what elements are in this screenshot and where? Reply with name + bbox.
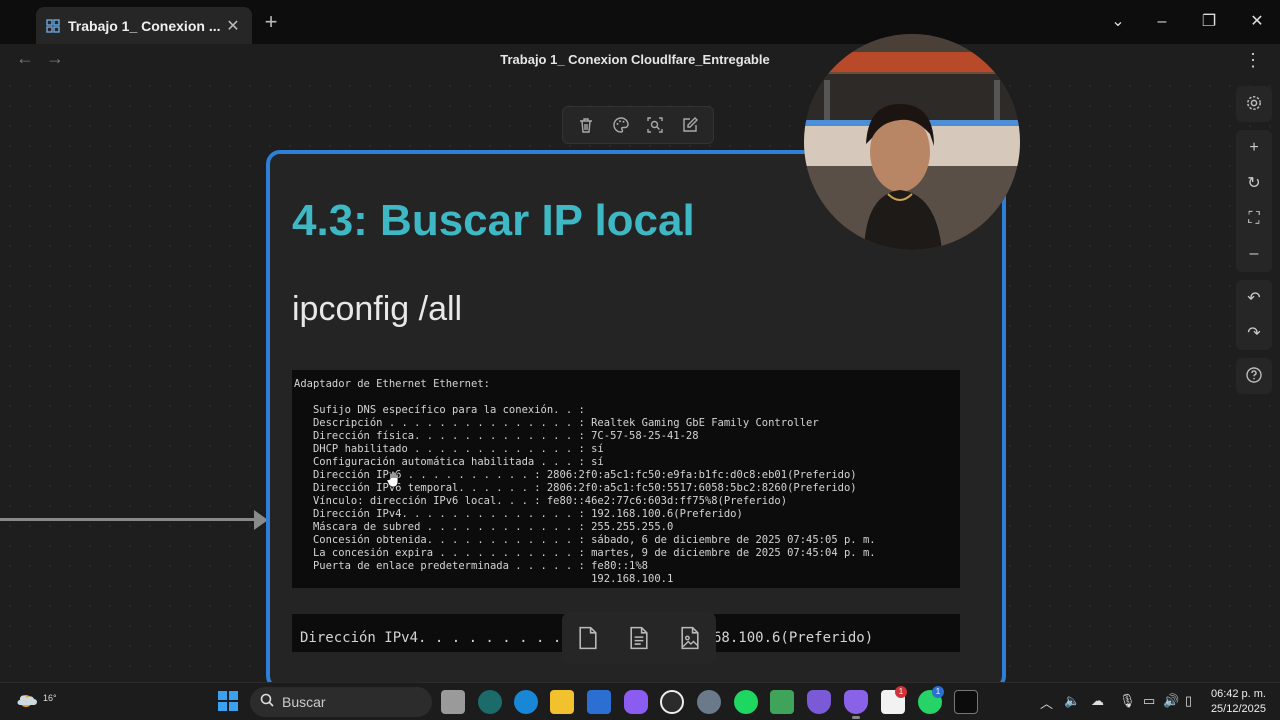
connection-edge[interactable] [0, 518, 258, 521]
settings-app-icon[interactable] [697, 690, 721, 714]
task-view-icon[interactable] [441, 690, 465, 714]
obsidian-canvas-window: Trabajo 1_ Conexion ... ✕ + ⌄ – ❐ ✕ ← → … [0, 0, 1280, 720]
redo-icon[interactable]: ↷ [1236, 316, 1272, 350]
whatsapp-badge: 1 [932, 686, 944, 698]
new-tab-icon[interactable]: + [258, 10, 284, 36]
weather-widget[interactable]: 16° [16, 689, 57, 715]
copilot-icon[interactable] [624, 690, 648, 714]
notion-badge: 1 [895, 686, 907, 698]
volume-icon[interactable]: 🔊 [1163, 693, 1179, 709]
microphone-icon[interactable]: 🎙 [1119, 693, 1136, 709]
settings-gear-icon[interactable] [1236, 86, 1272, 120]
onedrive-cloud-icon[interactable]: ☁ [1091, 693, 1104, 709]
tray-overflow-chevron-icon[interactable]: ︿ [1040, 693, 1053, 712]
network-icon[interactable]: ▭ [1143, 693, 1155, 709]
whatsapp-icon[interactable]: 1 [918, 686, 944, 714]
weather-sun-icon [17, 695, 37, 707]
terminal-line: Puerta de enlace predeterminada . . . . … [294, 560, 649, 572]
battery-icon[interactable]: ▯ [1185, 693, 1192, 709]
canvas-icon [46, 18, 60, 33]
weather-temp: 16° [43, 693, 57, 703]
terminal-line: Concesión obtenida. . . . . . . . . . . … [294, 534, 876, 546]
add-note-icon[interactable] [626, 625, 652, 651]
zoom-to-selection-icon[interactable] [642, 112, 668, 138]
terminal-line: Máscara de subred . . . . . . . . . . . … [294, 521, 674, 533]
tray-audio-device-icon[interactable]: 🔈 [1064, 693, 1080, 709]
canvas-area[interactable]: 4.3: Buscar IP local ipconfig /all Adapt… [0, 76, 1280, 690]
obsidian-active-icon[interactable] [844, 690, 868, 719]
spotify-icon[interactable] [734, 690, 758, 714]
title-bar: Trabajo 1_ Conexion ... ✕ + ⌄ – ❐ ✕ [0, 0, 1280, 44]
reset-zoom-icon[interactable]: ↻ [1236, 166, 1272, 200]
tab-title: Trabajo 1_ Conexion ... [68, 17, 221, 34]
webcam-overlay [804, 34, 1020, 250]
card-subheading: ipconfig /all [292, 290, 463, 328]
close-tab-icon[interactable]: ✕ [224, 16, 242, 36]
search-icon [260, 693, 274, 712]
zoom-rail: + ↻ ⛶ – [1236, 130, 1272, 272]
clock-time: 06:42 p. m. [1210, 688, 1266, 700]
clock[interactable]: 06:42 p. m. 25/12/2025 [1211, 687, 1266, 717]
terminal-line: Adaptador de Ethernet Ethernet: [294, 378, 490, 390]
zoom-out-icon[interactable]: – [1236, 237, 1272, 271]
terminal-line: Dirección IPv4. . . . . . . . . . . . . … [294, 508, 743, 520]
notion-icon[interactable]: 1 [881, 686, 907, 714]
copilot-edge-icon[interactable] [478, 690, 502, 714]
edit-icon[interactable] [677, 112, 703, 138]
minimize-icon[interactable]: – [1150, 10, 1174, 34]
history-rail: ↶ ↷ [1236, 280, 1272, 350]
terminal-line: 192.168.100.1 [294, 573, 674, 585]
add-node-toolbar [562, 612, 716, 664]
help-rail [1236, 358, 1272, 394]
obsidian-icon[interactable] [807, 690, 831, 714]
nav-bar: ← → Trabajo 1_ Conexion Cloudlfare_Entre… [0, 44, 1280, 76]
fit-view-icon[interactable]: ⛶ [1236, 202, 1272, 236]
search-placeholder: Buscar [282, 694, 326, 710]
terminal-line: Vínculo: dirección IPv6 local. . . : fe8… [294, 495, 788, 507]
help-icon[interactable] [1236, 358, 1272, 392]
terminal-line: DHCP habilitado . . . . . . . . . . . . … [294, 443, 604, 455]
delete-icon[interactable] [573, 112, 599, 138]
windows-taskbar: 16° Buscar 1 1 ︿ 🔈 ☁ 🎙 ▭ 🔊 ▯ 06:42 p. m.… [0, 682, 1280, 720]
terminal-line: La concesión expira . . . . . . . . . . … [294, 547, 876, 559]
close-window-icon[interactable]: ✕ [1245, 10, 1269, 34]
hand-cursor-icon [386, 470, 402, 493]
app-icon[interactable] [770, 690, 794, 714]
zoom-in-icon[interactable]: + [1236, 131, 1272, 165]
node-toolbar [562, 106, 714, 144]
windows-start-icon[interactable] [218, 691, 238, 711]
terminal-line: Configuración automática habilitada . . … [294, 456, 604, 468]
file-explorer-icon[interactable] [550, 690, 574, 714]
tab-document[interactable]: Trabajo 1_ Conexion ... ✕ [36, 7, 252, 44]
terminal-line: Descripción . . . . . . . . . . . . . . … [294, 417, 819, 429]
restore-icon[interactable]: ❐ [1197, 10, 1221, 34]
terminal-line: Sufijo DNS específico para la conexión. … [294, 404, 585, 416]
undo-icon[interactable]: ↶ [1236, 281, 1272, 315]
document-title[interactable]: Trabajo 1_ Conexion Cloudlfare_Entregabl… [0, 52, 1270, 67]
palette-icon[interactable] [608, 112, 634, 138]
card-heading: 4.3: Buscar IP local [292, 196, 695, 245]
more-options-icon[interactable]: ⋮ [1244, 50, 1262, 71]
tab-list-chevron-icon[interactable]: ⌄ [1106, 10, 1130, 34]
add-media-icon[interactable] [677, 625, 703, 651]
clock-date: 25/12/2025 [1210, 703, 1266, 715]
add-card-icon[interactable] [575, 625, 601, 651]
edge-icon[interactable] [514, 690, 538, 714]
outlook-icon[interactable] [587, 690, 611, 714]
chatgpt-icon[interactable] [660, 690, 684, 714]
taskbar-search[interactable]: Buscar [250, 687, 432, 717]
settings-rail [1236, 86, 1272, 122]
terminal-line: Dirección física. . . . . . . . . . . . … [294, 430, 699, 442]
terminal-icon[interactable] [954, 690, 978, 714]
